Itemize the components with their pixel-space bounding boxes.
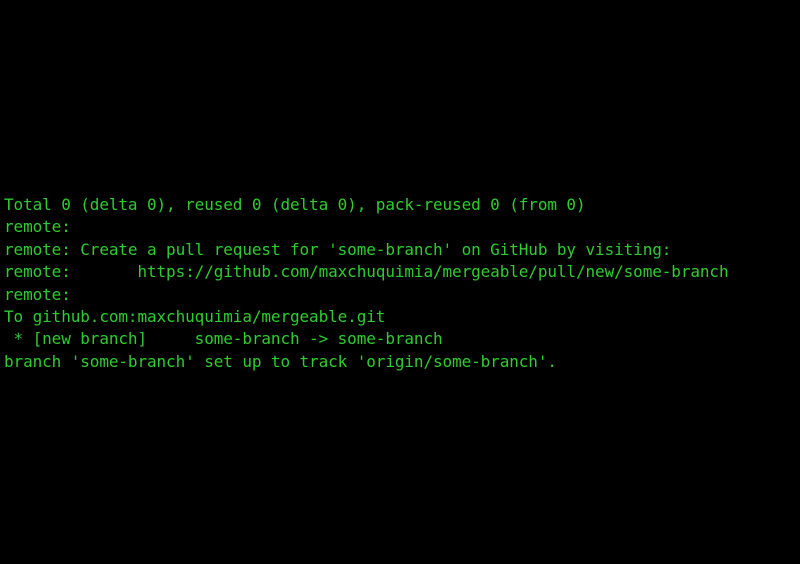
terminal-line: * [new branch] some-branch -> some-branc…	[4, 329, 443, 349]
terminal-line: remote: Create a pull request for 'some-…	[4, 239, 672, 259]
terminal-line: Total 0 (delta 0), reused 0 (delta 0), p…	[4, 195, 586, 214]
terminal-line: remote:	[4, 284, 81, 304]
terminal-line: To github.com:maxchuquimia/mergeable.git	[4, 307, 386, 327]
terminal-line: branch 'some-branch' set up to track 'or…	[4, 351, 557, 371]
terminal-line: remote:	[4, 217, 81, 237]
terminal-output: Total 0 (delta 0), reused 0 (delta 0), p…	[4, 194, 800, 373]
terminal-window[interactable]: Total 0 (delta 0), reused 0 (delta 0), p…	[0, 0, 800, 564]
terminal-line: remote: https://github.com/maxchuquimia/…	[4, 262, 729, 282]
